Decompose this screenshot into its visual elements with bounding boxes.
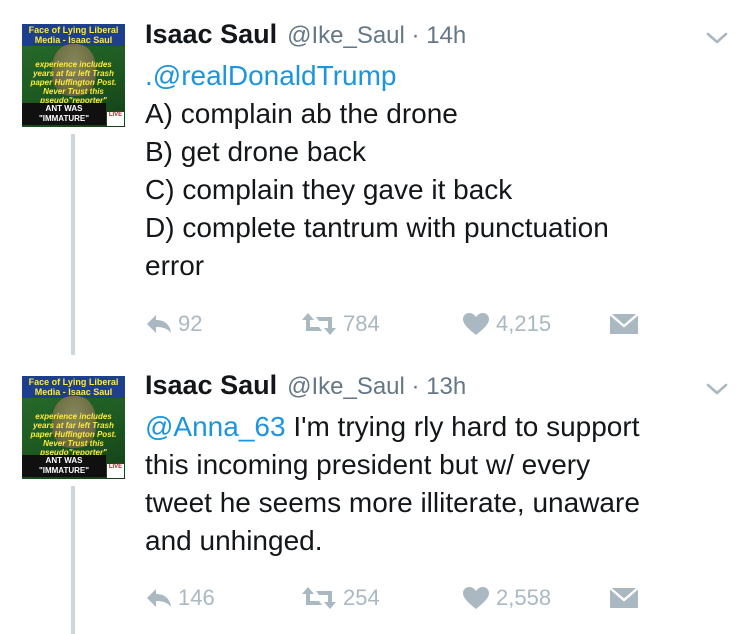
avatar-badge: LIVE <box>107 112 124 126</box>
avatar-caption: experience includes years at far left Tr… <box>30 412 117 457</box>
tweet-text-line: I'm trying rly hard to support <box>285 411 640 442</box>
mention-link[interactable]: .@realDonaldTrump <box>145 60 396 91</box>
direct-message-icon <box>609 587 639 608</box>
tweet-text-line: A) complain ab the drone <box>145 98 458 129</box>
retweet-button[interactable]: 784 <box>301 307 380 341</box>
chevron-down-icon[interactable] <box>706 382 728 396</box>
tweet[interactable]: Face of Lying Liberal Media - Isaac Saul… <box>0 345 750 634</box>
avatar-caption: experience includes years at far left Tr… <box>30 60 117 105</box>
tweet-text-line: tweet he seems more illiterate, unaware <box>145 487 640 518</box>
tweet-text-line: and unhinged. <box>145 525 323 556</box>
reply-button[interactable]: 92 <box>146 307 202 341</box>
author-name[interactable]: Isaac Saul <box>145 370 277 400</box>
tweet-header: Isaac Saul @Ike_Saul · 13h <box>145 370 467 400</box>
avatar[interactable]: Face of Lying Liberal Media - Isaac Saul… <box>22 376 125 479</box>
tweet-text-line: B) get drone back <box>145 136 367 167</box>
tweet-text-line: C) complain they gave it back <box>145 174 513 205</box>
avatar-caption: Face of Lying Liberal Media - Isaac Saul <box>22 376 125 398</box>
retweet-button[interactable]: 254 <box>301 581 380 615</box>
tweet-text-line: D) complete tantrum with punctuation <box>145 212 609 243</box>
tweet-text: .@realDonaldTrump A) complain ab the dro… <box>145 57 725 285</box>
chevron-down-icon[interactable] <box>706 31 728 45</box>
tweet-actions: 146 254 2,558 <box>0 581 750 615</box>
author-handle[interactable]: @Ike_Saul <box>287 22 405 49</box>
timestamp[interactable]: 13h <box>426 373 466 400</box>
reply-icon <box>147 589 171 607</box>
reply-count: 146 <box>178 585 215 610</box>
author-handle[interactable]: @Ike_Saul <box>287 373 405 400</box>
avatar[interactable]: Face of Lying Liberal Media - Isaac Saul… <box>22 24 125 127</box>
like-button[interactable]: 2,558 <box>462 581 551 615</box>
direct-message-button[interactable] <box>609 581 639 615</box>
like-icon <box>463 587 489 609</box>
like-count: 4,215 <box>496 311 552 336</box>
reply-icon <box>147 315 171 333</box>
tweet-text-line: this incoming president but w/ every <box>145 449 591 480</box>
avatar-badge: LIVE <box>107 464 124 478</box>
reply-button[interactable]: 146 <box>146 581 215 615</box>
tweet-actions: 92 784 4,215 <box>0 307 750 341</box>
like-count: 2,558 <box>496 585 552 610</box>
tweet-text: @Anna_63 I'm trying rly hard to support … <box>145 408 725 560</box>
avatar-caption: Face of Lying Liberal Media - Isaac Saul <box>22 24 125 46</box>
like-icon <box>463 313 489 335</box>
avatar-caption: ANT WAS "IMMATURE" <box>22 455 106 477</box>
retweet-icon <box>302 587 336 609</box>
retweet-icon <box>302 313 336 335</box>
author-name[interactable]: Isaac Saul <box>145 19 277 49</box>
direct-message-button[interactable] <box>609 307 639 341</box>
mention-link[interactable]: @Anna_63 <box>145 411 286 442</box>
avatar-caption: ANT WAS "IMMATURE" <box>22 103 106 125</box>
retweet-count: 784 <box>343 311 380 336</box>
direct-message-icon <box>609 313 639 334</box>
retweet-count: 254 <box>343 585 380 610</box>
tweet-text-line: error <box>145 250 205 281</box>
tweet[interactable]: Face of Lying Liberal Media - Isaac Saul… <box>0 0 750 355</box>
reply-count: 92 <box>178 311 203 336</box>
timestamp[interactable]: 14h <box>426 22 466 49</box>
like-button[interactable]: 4,215 <box>462 307 551 341</box>
tweet-header: Isaac Saul @Ike_Saul · 14h <box>145 19 467 49</box>
